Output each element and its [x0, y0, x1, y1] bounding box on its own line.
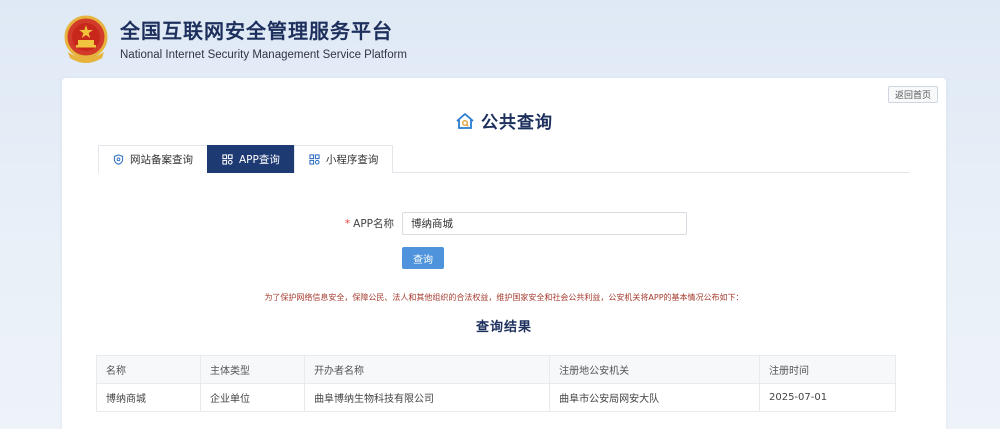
national-emblem-icon: [64, 15, 108, 63]
site-subtitle: National Internet Security Management Se…: [120, 49, 407, 61]
column-header: 注册时间: [758, 355, 897, 384]
column-header: 注册地公安机关: [549, 355, 760, 384]
query-button[interactable]: 查询: [402, 247, 444, 269]
app-name-label: * APP名称: [345, 216, 394, 231]
cell-police-authority: 曲阜市公安局网安大队: [549, 383, 760, 412]
page-title: 公共查询: [62, 108, 946, 133]
cell-entity-type: 企业单位: [200, 383, 306, 412]
column-header: 开办者名称: [304, 355, 551, 384]
shield-icon: [113, 154, 124, 165]
table-header-row: 名称 主体类型 开办者名称 注册地公安机关 注册时间: [95, 355, 897, 384]
cell-operator-name: 曲阜博纳生物科技有限公司: [304, 383, 551, 412]
cell-register-date: 2025-07-01: [758, 383, 897, 412]
tab-label: APP查询: [239, 154, 280, 166]
page-title-text: 公共查询: [481, 113, 553, 133]
app-name-form-row: * APP名称: [62, 212, 946, 236]
column-header: 名称: [95, 355, 202, 384]
result-title: 查询结果: [475, 320, 532, 335]
cell-app-name: 博纳商城: [95, 383, 202, 412]
tab-label: 小程序查询: [325, 154, 379, 166]
column-header: 主体类型: [200, 355, 306, 384]
app-name-label-text: APP名称: [353, 218, 394, 230]
required-mark: *: [344, 218, 351, 230]
query-panel: 返回首页 公共查询 网站备案查询 APP查询 小程序查询 * APP名称 博纳商…: [62, 78, 946, 429]
back-home-button[interactable]: 返回首页: [888, 86, 938, 103]
grid-icon: [309, 154, 320, 165]
table-row: 博纳商城 企业单位 曲阜博纳生物科技有限公司 曲阜市公安局网安大队 2025-0…: [95, 383, 897, 412]
site-title: 全国互联网安全管理服务平台: [120, 19, 393, 43]
tab-website-filing[interactable]: 网站备案查询: [98, 145, 208, 173]
app-name-input[interactable]: [402, 212, 687, 235]
disclosure-notice: 为了保护网络信息安全，保障公民、法人和其他组织的合法权益，维护国家安全和社会公共…: [264, 293, 744, 302]
site-header: 全国互联网安全管理服务平台 National Internet Security…: [62, 10, 407, 70]
tab-mini-program-query[interactable]: 小程序查询: [293, 145, 394, 173]
house-search-icon: [456, 112, 474, 129]
grid-icon: [222, 154, 233, 165]
results-table: 名称 主体类型 开办者名称 注册地公安机关 注册时间 博纳商城 企业单位 曲阜博…: [95, 355, 897, 412]
tab-app-query[interactable]: APP查询: [207, 145, 295, 173]
tab-label: 网站备案查询: [130, 154, 193, 166]
query-tabs: 网站备案查询 APP查询 小程序查询: [98, 145, 910, 173]
